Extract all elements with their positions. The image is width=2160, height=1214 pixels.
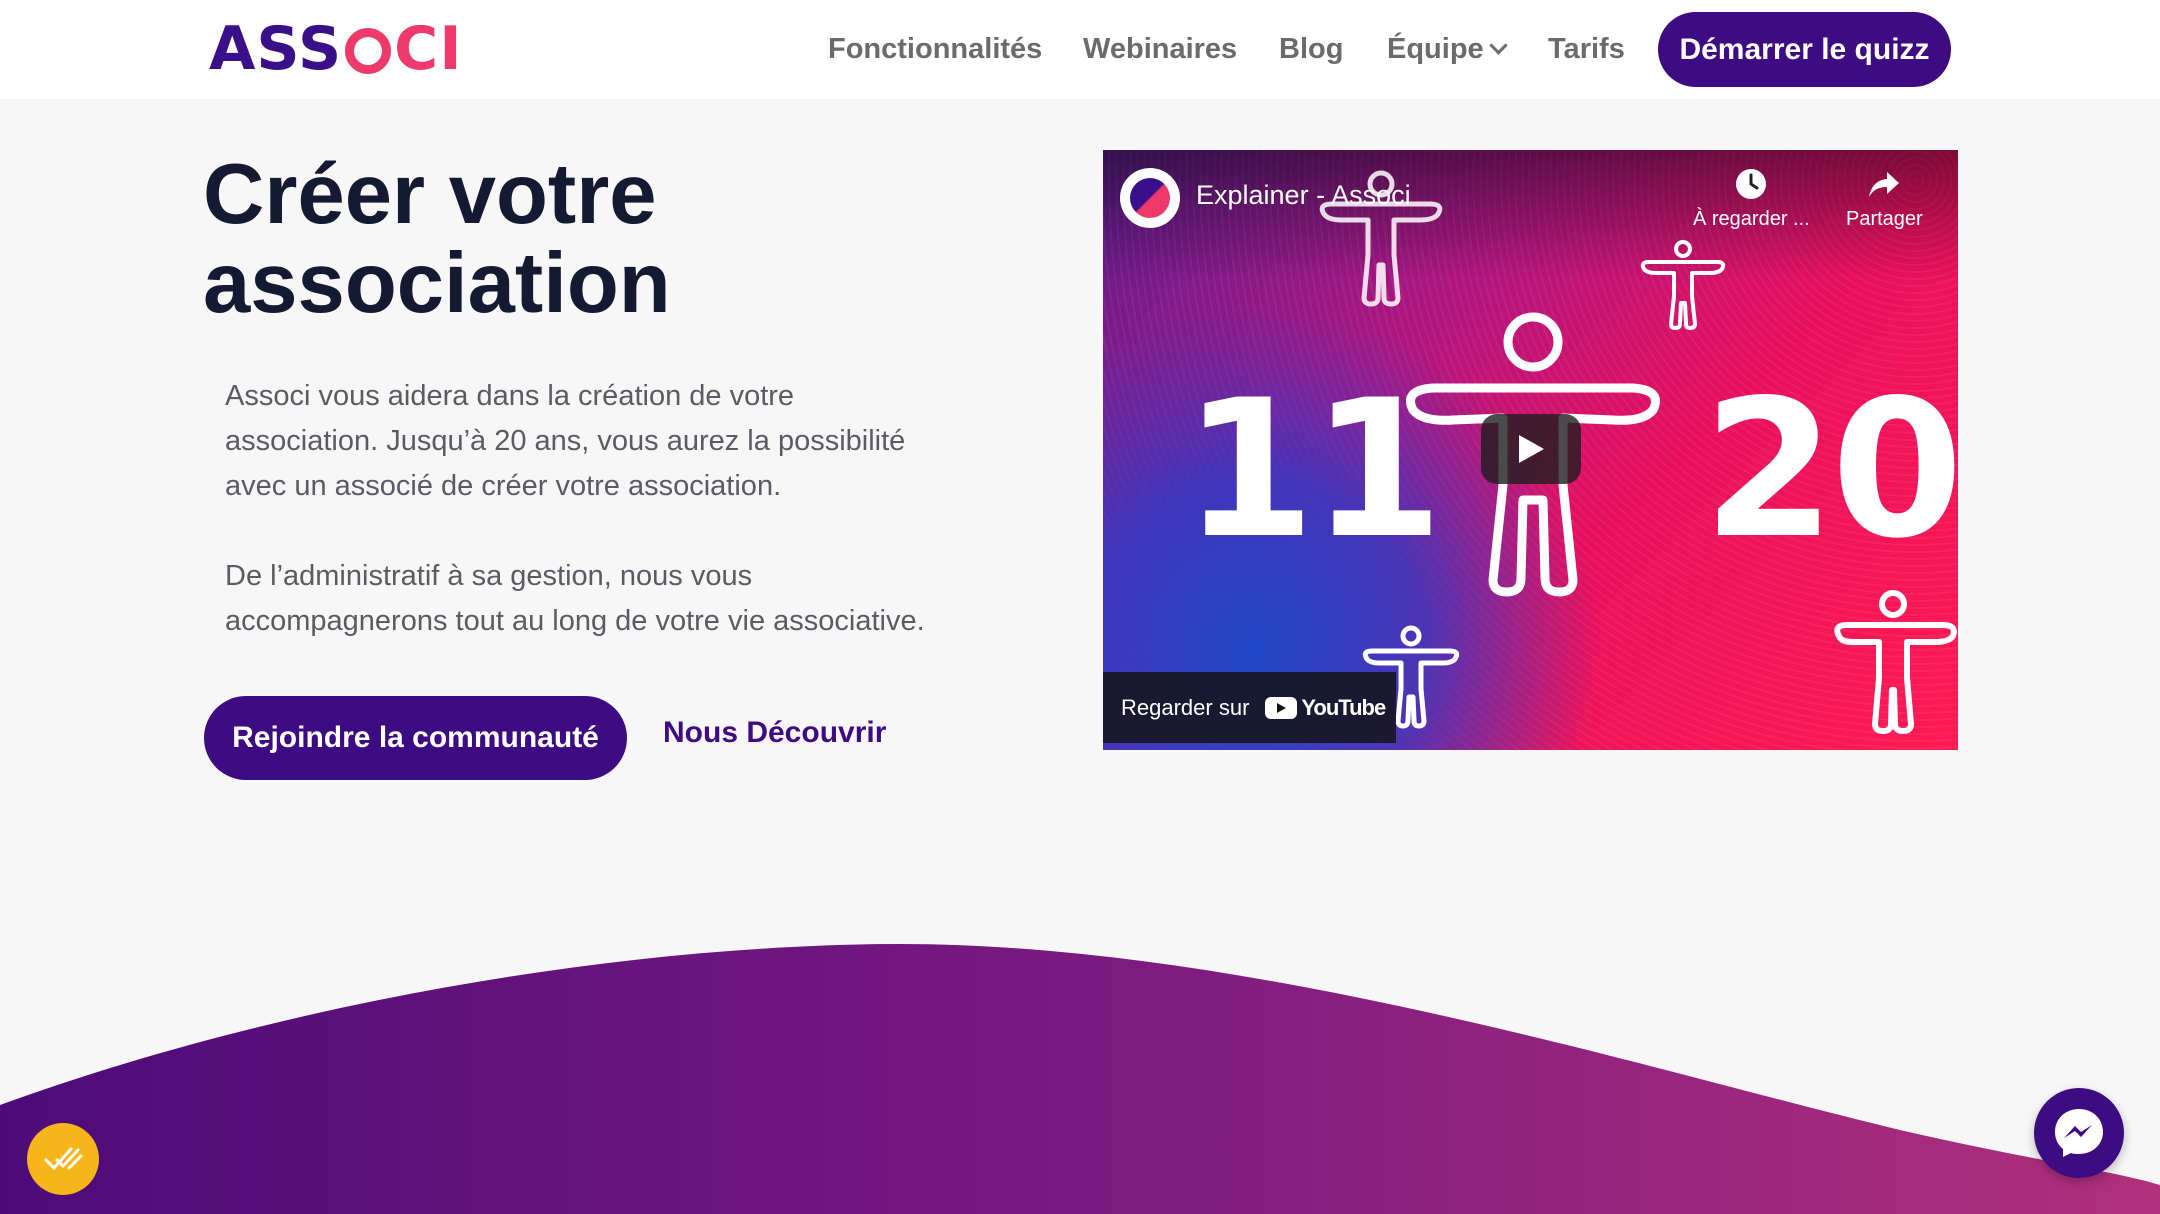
share-label: Partager [1846, 208, 1923, 230]
paragraph-line: accompagnerons tout au long de votre vie… [225, 605, 925, 637]
share-button[interactable]: Partager [1846, 168, 1923, 231]
youtube-play-icon [1265, 696, 1298, 719]
clock-icon [1736, 169, 1767, 199]
paragraph-line: Associ vous aidera dans la création de v… [225, 380, 795, 412]
messenger-chat-button[interactable] [2034, 1088, 2124, 1178]
nav-fonctionnalites[interactable]: Fonctionnalités [828, 33, 1042, 66]
share-arrow-icon [1869, 172, 1900, 197]
chevron-down-icon [1488, 36, 1508, 55]
nav-tarifs[interactable]: Tarifs [1548, 33, 1625, 66]
hero-paragraph-2: De l’administratif à sa gestion, nous vo… [225, 554, 985, 644]
nav-equipe[interactable]: Équipe [1387, 33, 1508, 66]
person-figure-small [1640, 240, 1726, 330]
logo-o-mark [345, 28, 392, 74]
channel-avatar[interactable] [1120, 168, 1180, 228]
messenger-icon [2055, 1109, 2103, 1157]
hero-title-line-1: Créer votre [203, 147, 657, 242]
play-button[interactable] [1481, 414, 1581, 484]
logo-part-2: CI [394, 14, 463, 84]
logo-part-1: ASS [209, 14, 343, 84]
start-quiz-button[interactable]: Démarrer le quizz [1658, 12, 1951, 87]
paragraph-line: De l’administratif à sa gestion, nous vo… [225, 560, 753, 592]
watch-on-youtube-button[interactable]: Regarder sur YouTube [1103, 672, 1396, 743]
accessibility-badge[interactable] [27, 1123, 99, 1195]
video-title[interactable]: Explainer - Associ [1196, 180, 1411, 211]
youtube-logo: YouTube [1265, 694, 1386, 721]
video-embed[interactable]: Explainer - Associ À regarder ... Partag… [1103, 150, 1958, 750]
checkmark-icon [44, 1147, 83, 1171]
play-icon [1519, 435, 1544, 463]
paragraph-line: association. Jusqu’à 20 ans, vous aurez … [225, 425, 906, 457]
discover-link[interactable]: Nous Découvrir [663, 716, 886, 750]
hero-title: Créer votre association [203, 150, 1003, 328]
associ-logo[interactable]: ASS CI [209, 14, 463, 84]
join-community-button[interactable]: Rejoindre la communauté [204, 696, 627, 780]
nav-blog[interactable]: Blog [1279, 33, 1343, 66]
nav-equipe-label: Équipe [1387, 33, 1484, 65]
hero-title-line-2: association [203, 236, 671, 331]
person-figure-right [1834, 590, 1957, 734]
hero-paragraph-1: Associ vous aidera dans la création de v… [225, 374, 985, 509]
youtube-wordmark: YouTube [1301, 694, 1386, 720]
nav-webinaires[interactable]: Webinaires [1083, 33, 1237, 66]
video-number-right: 20 [1703, 359, 1958, 580]
watch-later-button[interactable]: À regarder ... [1693, 168, 1810, 231]
site-header: ASS CI Fonctionnalités Webinaires Blog Éq… [0, 0, 2160, 99]
paragraph-line: avec un associé de créer votre associati… [225, 470, 782, 502]
watch-later-label: À regarder ... [1693, 208, 1810, 230]
decorative-wave [0, 944, 2160, 1214]
watch-on-label: Regarder sur [1121, 694, 1250, 720]
